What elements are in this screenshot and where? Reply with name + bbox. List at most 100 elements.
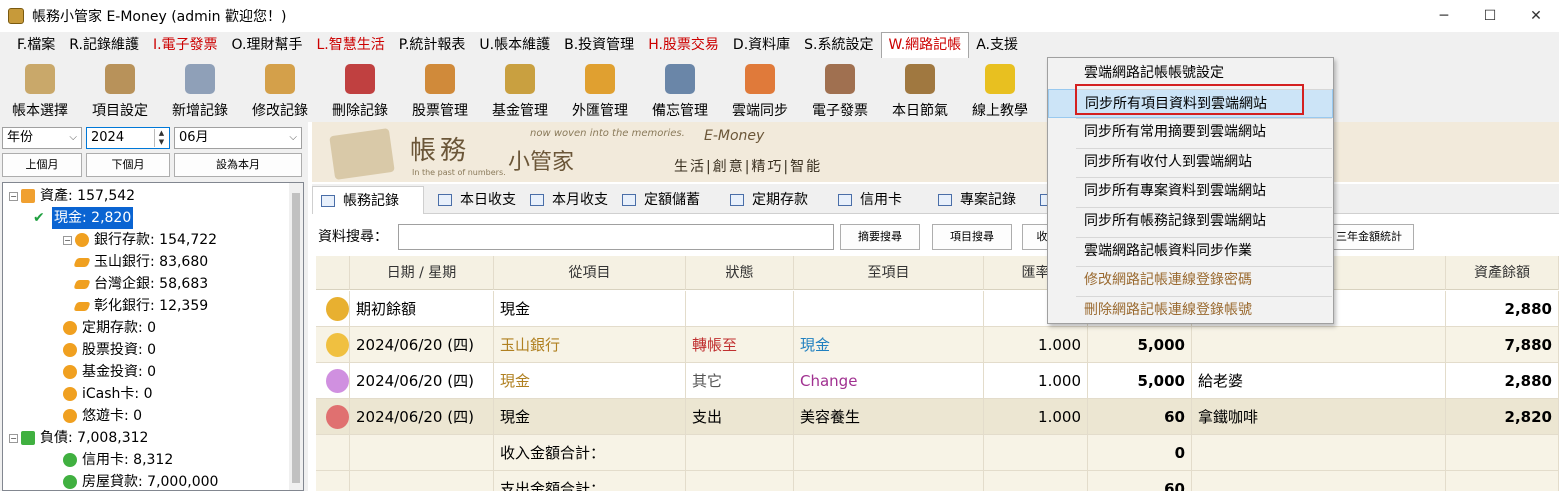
toolbar-button-12[interactable]: 線上教學	[960, 58, 1040, 122]
menu-10[interactable]: S.系統設定	[797, 32, 880, 58]
three-year-stats-button[interactable]: 三年金額統計	[1324, 224, 1414, 250]
year-spinner[interactable]: 2024 ▲ ▼	[86, 127, 170, 149]
toolbar-button-7[interactable]: 外匯管理	[560, 58, 640, 122]
summary-search-button[interactable]: 摘要搜尋	[840, 224, 920, 250]
menu-separator	[1076, 207, 1332, 208]
toolbar-button-1[interactable]: 項目設定	[80, 58, 160, 122]
cell-date	[350, 471, 494, 491]
menu-item-6[interactable]: 雲端網路記帳資料同步作業	[1048, 237, 1333, 266]
tree-node[interactable]: 玉山銀行: 83,680	[73, 251, 208, 273]
tree-node[interactable]: − 銀行存款: 154,722	[63, 229, 217, 251]
year-value: 2024	[91, 130, 125, 145]
table-row[interactable]: 2024/06/20 (四) 現金 其它 Change 1.000 5,000 給老婆 2,8…	[316, 363, 1559, 399]
toolbar-button-0[interactable]: 帳本選擇	[0, 58, 80, 122]
toolbar-label: 帳本選擇	[12, 103, 68, 119]
edit-record-icon	[265, 64, 295, 94]
menu-9[interactable]: D.資料庫	[726, 32, 797, 58]
menu-item-8[interactable]: 刪除網路記帳連線登錄帳號	[1048, 296, 1333, 325]
toolbar-button-10[interactable]: 電子發票	[800, 58, 880, 122]
cell-balance: 2,880	[1446, 363, 1559, 398]
menu-11[interactable]: W.網路記帳	[880, 32, 970, 58]
menu-1[interactable]: R.記錄維護	[62, 32, 146, 58]
table-row[interactable]: 2024/06/20 (四) 現金 支出 美容養生 1.000 60 拿鐵咖啡 2,820	[316, 399, 1559, 435]
menu-6[interactable]: U.帳本維護	[472, 32, 557, 58]
tree-node[interactable]: 房屋貸款: 7,000,000	[63, 471, 218, 490]
tree-node[interactable]: 定期存款: 0	[63, 317, 156, 339]
toolbar-button-8[interactable]: 備忘管理	[640, 58, 720, 122]
toolbar-button-3[interactable]: 修改記錄	[240, 58, 320, 122]
menu-item-7[interactable]: 修改網路記帳連線登錄密碼	[1048, 266, 1333, 295]
toolbar-button-2[interactable]: 新增記錄	[160, 58, 240, 122]
minimize-button[interactable]: ─	[1421, 0, 1467, 32]
tab-2[interactable]: 本月收支	[522, 186, 610, 214]
menu-3[interactable]: O.理財幫手	[225, 32, 310, 58]
spin-arrows-icon[interactable]: ▲ ▼	[154, 129, 168, 147]
tree-node[interactable]: − 資產: 157,542	[9, 185, 135, 207]
toolbar-button-4[interactable]: 刪除記錄	[320, 58, 400, 122]
cell-from: 現金	[494, 363, 686, 398]
toolbar-button-9[interactable]: 雲端同步	[720, 58, 800, 122]
tree-node[interactable]: 基金投資: 0	[63, 361, 156, 383]
set-current-month-button[interactable]: 設為本月	[174, 153, 302, 177]
toolbar-label: 線上教學	[972, 103, 1028, 119]
menu-item-2[interactable]: 同步所有常用摘要到雲端網站	[1048, 118, 1333, 147]
cell-balance: 7,880	[1446, 327, 1559, 362]
tree-node[interactable]: ✔ 現金: 2,820	[33, 207, 134, 229]
tree-node[interactable]: − 負債: 7,008,312	[9, 427, 148, 449]
tree-node-label: 彰化銀行: 12,359	[94, 298, 209, 314]
tree-node-label: 股票投資: 0	[82, 342, 157, 358]
liability-icon	[21, 431, 35, 445]
menu-4[interactable]: L.智慧生活	[309, 32, 391, 58]
table-row[interactable]: 收入金額合計： 0	[316, 435, 1559, 471]
table-row[interactable]: 2024/06/20 (四) 玉山銀行 轉帳至 現金 1.000 5,000 7,880	[316, 327, 1559, 363]
prev-month-button[interactable]: 上個月	[2, 153, 82, 177]
scroll-thumb[interactable]	[292, 193, 300, 483]
toolbar-button-11[interactable]: 本日節氣	[880, 58, 960, 122]
maximize-button[interactable]: ☐	[1467, 0, 1513, 32]
collapse-toggle-icon[interactable]: −	[9, 191, 18, 201]
tab-0[interactable]: 帳務記錄	[312, 186, 424, 214]
search-input[interactable]	[398, 224, 834, 250]
toolbar-button-6[interactable]: 基金管理	[480, 58, 560, 122]
menu-0[interactable]: F.檔案	[10, 32, 62, 58]
tree-node[interactable]: iCash卡: 0	[63, 383, 153, 405]
item-search-button[interactable]: 項目搜尋	[932, 224, 1012, 250]
tree-node[interactable]: 悠遊卡: 0	[63, 405, 142, 427]
tab-label: 定期存款	[752, 192, 808, 208]
collapse-toggle-icon[interactable]: −	[9, 433, 18, 443]
tree-node[interactable]: 台灣企銀: 58,683	[73, 273, 208, 295]
menu-item-5[interactable]: 同步所有帳務記錄到雲端網站	[1048, 207, 1333, 236]
cell-amount: 60	[1088, 471, 1192, 491]
tab-4[interactable]: 定期存款	[722, 186, 826, 214]
close-button[interactable]: ✕	[1513, 0, 1559, 32]
menu-5[interactable]: P.統計報表	[392, 32, 473, 58]
tree-scrollbar[interactable]	[289, 183, 303, 490]
menu-item-4[interactable]: 同步所有專案資料到雲端網站	[1048, 177, 1333, 206]
menu-7[interactable]: B.投資管理	[557, 32, 641, 58]
tree-node[interactable]: 股票投資: 0	[63, 339, 156, 361]
month-value: 06月	[179, 130, 209, 145]
toolbar-button-5[interactable]: 股票管理	[400, 58, 480, 122]
toolbar-label: 股票管理	[412, 103, 468, 119]
tab-3[interactable]: 定額儲蓄	[614, 186, 718, 214]
menu-12[interactable]: A.支援	[969, 32, 1025, 58]
account-tree[interactable]: − 資產: 157,542 ✔ 現金: 2,820 − 銀行存款: 154,722 玉山銀行…	[2, 182, 304, 491]
tree-node[interactable]: 信用卡: 8,312	[63, 449, 173, 471]
tree-node[interactable]: 彰化銀行: 12,359	[73, 295, 209, 317]
cell-from: 收入金額合計：	[494, 435, 686, 470]
tree-node-label: 定期存款: 0	[82, 320, 157, 336]
year-label-select[interactable]: 年份 ⌵	[2, 127, 82, 149]
tab-1[interactable]: 本日收支	[430, 186, 518, 214]
tab-5[interactable]: 信用卡	[830, 186, 926, 214]
search-row: 資料搜尋： 摘要搜尋 項目搜尋 收 三年金額統計	[312, 220, 1559, 252]
table-row[interactable]: 支出金額合計： 60	[316, 471, 1559, 491]
menu-8[interactable]: H.股票交易	[641, 32, 726, 58]
menu-item-3[interactable]: 同步所有收付人到雲端網站	[1048, 148, 1333, 177]
menu-2[interactable]: I.電子發票	[146, 32, 225, 58]
table-row[interactable]: 期初餘額 現金 2,880	[316, 291, 1559, 327]
month-select[interactable]: 06月 ⌵	[174, 127, 302, 149]
tree-node-label: 信用卡: 8,312	[82, 452, 174, 468]
next-month-button[interactable]: 下個月	[86, 153, 170, 177]
collapse-toggle-icon[interactable]: −	[63, 235, 72, 245]
tab-6[interactable]: 專案記錄	[930, 186, 1028, 214]
